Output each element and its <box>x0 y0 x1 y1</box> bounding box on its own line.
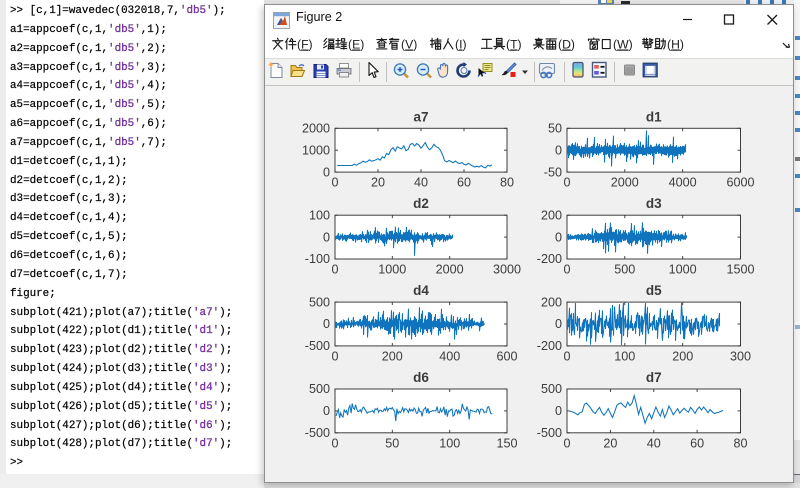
svg-text:0: 0 <box>323 317 330 331</box>
svg-text:(I): (I) <box>455 38 467 52</box>
svg-text:50: 50 <box>548 122 562 136</box>
svg-text:0: 0 <box>563 176 570 190</box>
svg-text:40: 40 <box>647 436 661 450</box>
svg-text:150: 150 <box>496 436 517 450</box>
svg-text:1000: 1000 <box>378 263 406 277</box>
svg-text:d1: d1 <box>646 109 662 124</box>
svg-text:(E): (E) <box>348 38 364 52</box>
svg-text:-100: -100 <box>305 252 330 266</box>
svg-text:80: 80 <box>733 436 747 450</box>
svg-text:(H): (H) <box>667 38 684 52</box>
svg-text:(T): (T) <box>506 38 522 52</box>
svg-text:0: 0 <box>323 165 330 179</box>
svg-text:-500: -500 <box>305 339 330 353</box>
svg-text:500: 500 <box>541 382 562 396</box>
svg-text:d7: d7 <box>646 370 662 385</box>
svg-text:0: 0 <box>323 230 330 244</box>
svg-text:200: 200 <box>672 349 693 363</box>
svg-text:500: 500 <box>614 263 635 277</box>
svg-text:60: 60 <box>690 436 704 450</box>
svg-text:0: 0 <box>555 404 562 418</box>
svg-text:60: 60 <box>457 176 471 190</box>
svg-text:d6: d6 <box>413 370 429 385</box>
svg-text:0: 0 <box>555 317 562 331</box>
svg-text:(F): (F) <box>297 38 313 52</box>
svg-text:-500: -500 <box>305 426 330 440</box>
svg-text:2000: 2000 <box>302 122 330 136</box>
svg-text:200: 200 <box>541 295 562 309</box>
svg-text:40: 40 <box>414 176 428 190</box>
svg-text:200: 200 <box>382 349 403 363</box>
svg-text:0: 0 <box>555 230 562 244</box>
svg-text:d5: d5 <box>646 283 662 298</box>
svg-text:2000: 2000 <box>611 176 639 190</box>
svg-text:d3: d3 <box>646 196 662 211</box>
svg-text:500: 500 <box>309 295 330 309</box>
svg-text:20: 20 <box>603 436 617 450</box>
svg-text:200: 200 <box>541 208 562 222</box>
svg-text:0: 0 <box>563 436 570 450</box>
svg-text:0: 0 <box>563 263 570 277</box>
svg-text:-200: -200 <box>537 252 562 266</box>
svg-text:d4: d4 <box>413 283 429 298</box>
svg-text:400: 400 <box>439 349 460 363</box>
svg-text:2000: 2000 <box>436 263 464 277</box>
svg-text:(D): (D) <box>558 38 575 52</box>
svg-text:100: 100 <box>439 436 460 450</box>
svg-text:20: 20 <box>371 176 385 190</box>
svg-text:1000: 1000 <box>669 263 697 277</box>
svg-text:0: 0 <box>563 349 570 363</box>
svg-text:4000: 4000 <box>669 176 697 190</box>
svg-text:-200: -200 <box>537 339 562 353</box>
svg-text:-500: -500 <box>537 426 562 440</box>
svg-text:0: 0 <box>331 263 338 277</box>
svg-text:0: 0 <box>331 349 338 363</box>
svg-text:0: 0 <box>331 176 338 190</box>
svg-text:300: 300 <box>730 349 751 363</box>
svg-text:100: 100 <box>614 349 635 363</box>
svg-text:(V): (V) <box>401 38 417 52</box>
svg-text:100: 100 <box>309 208 330 222</box>
svg-text:a7: a7 <box>413 109 428 124</box>
svg-text:1000: 1000 <box>302 143 330 157</box>
svg-text:50: 50 <box>385 436 399 450</box>
svg-text:(W): (W) <box>613 38 633 52</box>
svg-text:80: 80 <box>500 176 514 190</box>
svg-text:600: 600 <box>496 349 517 363</box>
svg-text:1500: 1500 <box>726 263 754 277</box>
svg-text:0: 0 <box>555 143 562 157</box>
svg-text:3000: 3000 <box>493 263 521 277</box>
svg-text:-50: -50 <box>544 165 562 179</box>
svg-text:0: 0 <box>331 436 338 450</box>
svg-text:d2: d2 <box>413 196 429 211</box>
svg-text:500: 500 <box>309 382 330 396</box>
svg-text:6000: 6000 <box>726 176 754 190</box>
svg-text:0: 0 <box>323 404 330 418</box>
